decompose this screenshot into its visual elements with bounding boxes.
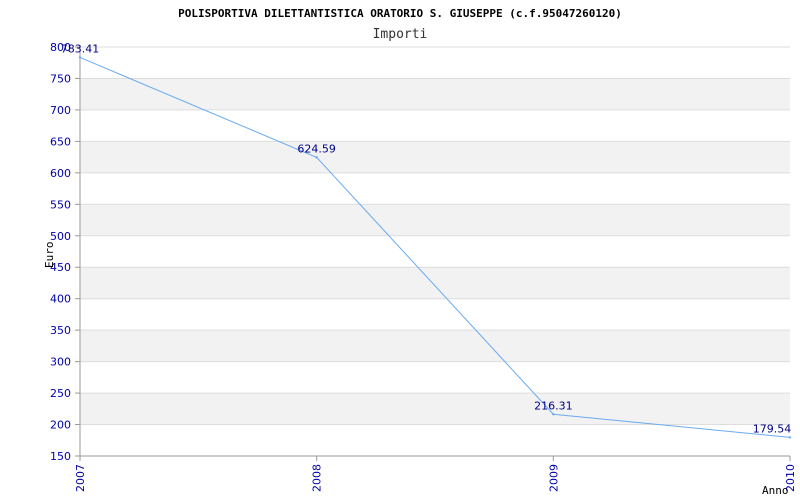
data-label: 783.41	[61, 42, 100, 55]
chart: POLISPORTIVA DILETTANTISTICA ORATORIO S.…	[43, 7, 797, 497]
y-tick-label: 600	[50, 167, 71, 180]
grid-band	[80, 393, 790, 425]
x-tick-label: 2007	[74, 464, 87, 492]
data-point	[552, 413, 555, 416]
y-tick-label: 400	[50, 293, 71, 306]
grid-band	[80, 361, 790, 394]
grid-band	[80, 78, 790, 110]
x-tick-label: 2009	[547, 464, 560, 492]
data-point	[78, 56, 82, 59]
y-tick-label: 150	[50, 450, 71, 463]
data-label: 216.31	[534, 399, 573, 412]
chart-subtitle: Importi	[373, 27, 428, 42]
data-label: 179.54	[753, 422, 792, 435]
grid-band	[80, 298, 790, 331]
y-tick-label: 250	[50, 387, 71, 400]
grid-band	[80, 109, 790, 142]
grid-band	[80, 235, 790, 268]
y-tick-label: 350	[50, 324, 71, 337]
data-point	[788, 436, 792, 439]
grid-bands	[80, 47, 790, 456]
grid-band	[80, 172, 790, 205]
y-tick-label: 750	[50, 72, 71, 85]
x-tick-labels: 2007 2008 2009 2010	[74, 464, 797, 492]
grid-band	[80, 47, 790, 79]
data-point	[315, 156, 318, 159]
y-tick-label: 650	[50, 135, 71, 148]
data-label: 624.59	[297, 142, 336, 155]
grid-band	[80, 267, 790, 299]
y-tick-label: 200	[50, 419, 71, 432]
grid-band	[80, 330, 790, 362]
x-tick-label: 2008	[311, 464, 324, 492]
grid-band	[80, 424, 790, 456]
y-tick-label: 300	[50, 356, 71, 369]
chart-title: POLISPORTIVA DILETTANTISTICA ORATORIO S.…	[178, 7, 622, 20]
x-axis-label: Anno	[762, 484, 789, 497]
y-tick-label: 500	[50, 230, 71, 243]
grid-band	[80, 141, 790, 173]
y-axis-label: Euro	[43, 242, 56, 269]
grid-band	[80, 204, 790, 236]
y-tick-label: 550	[50, 198, 71, 211]
y-tick-label: 700	[50, 104, 71, 117]
